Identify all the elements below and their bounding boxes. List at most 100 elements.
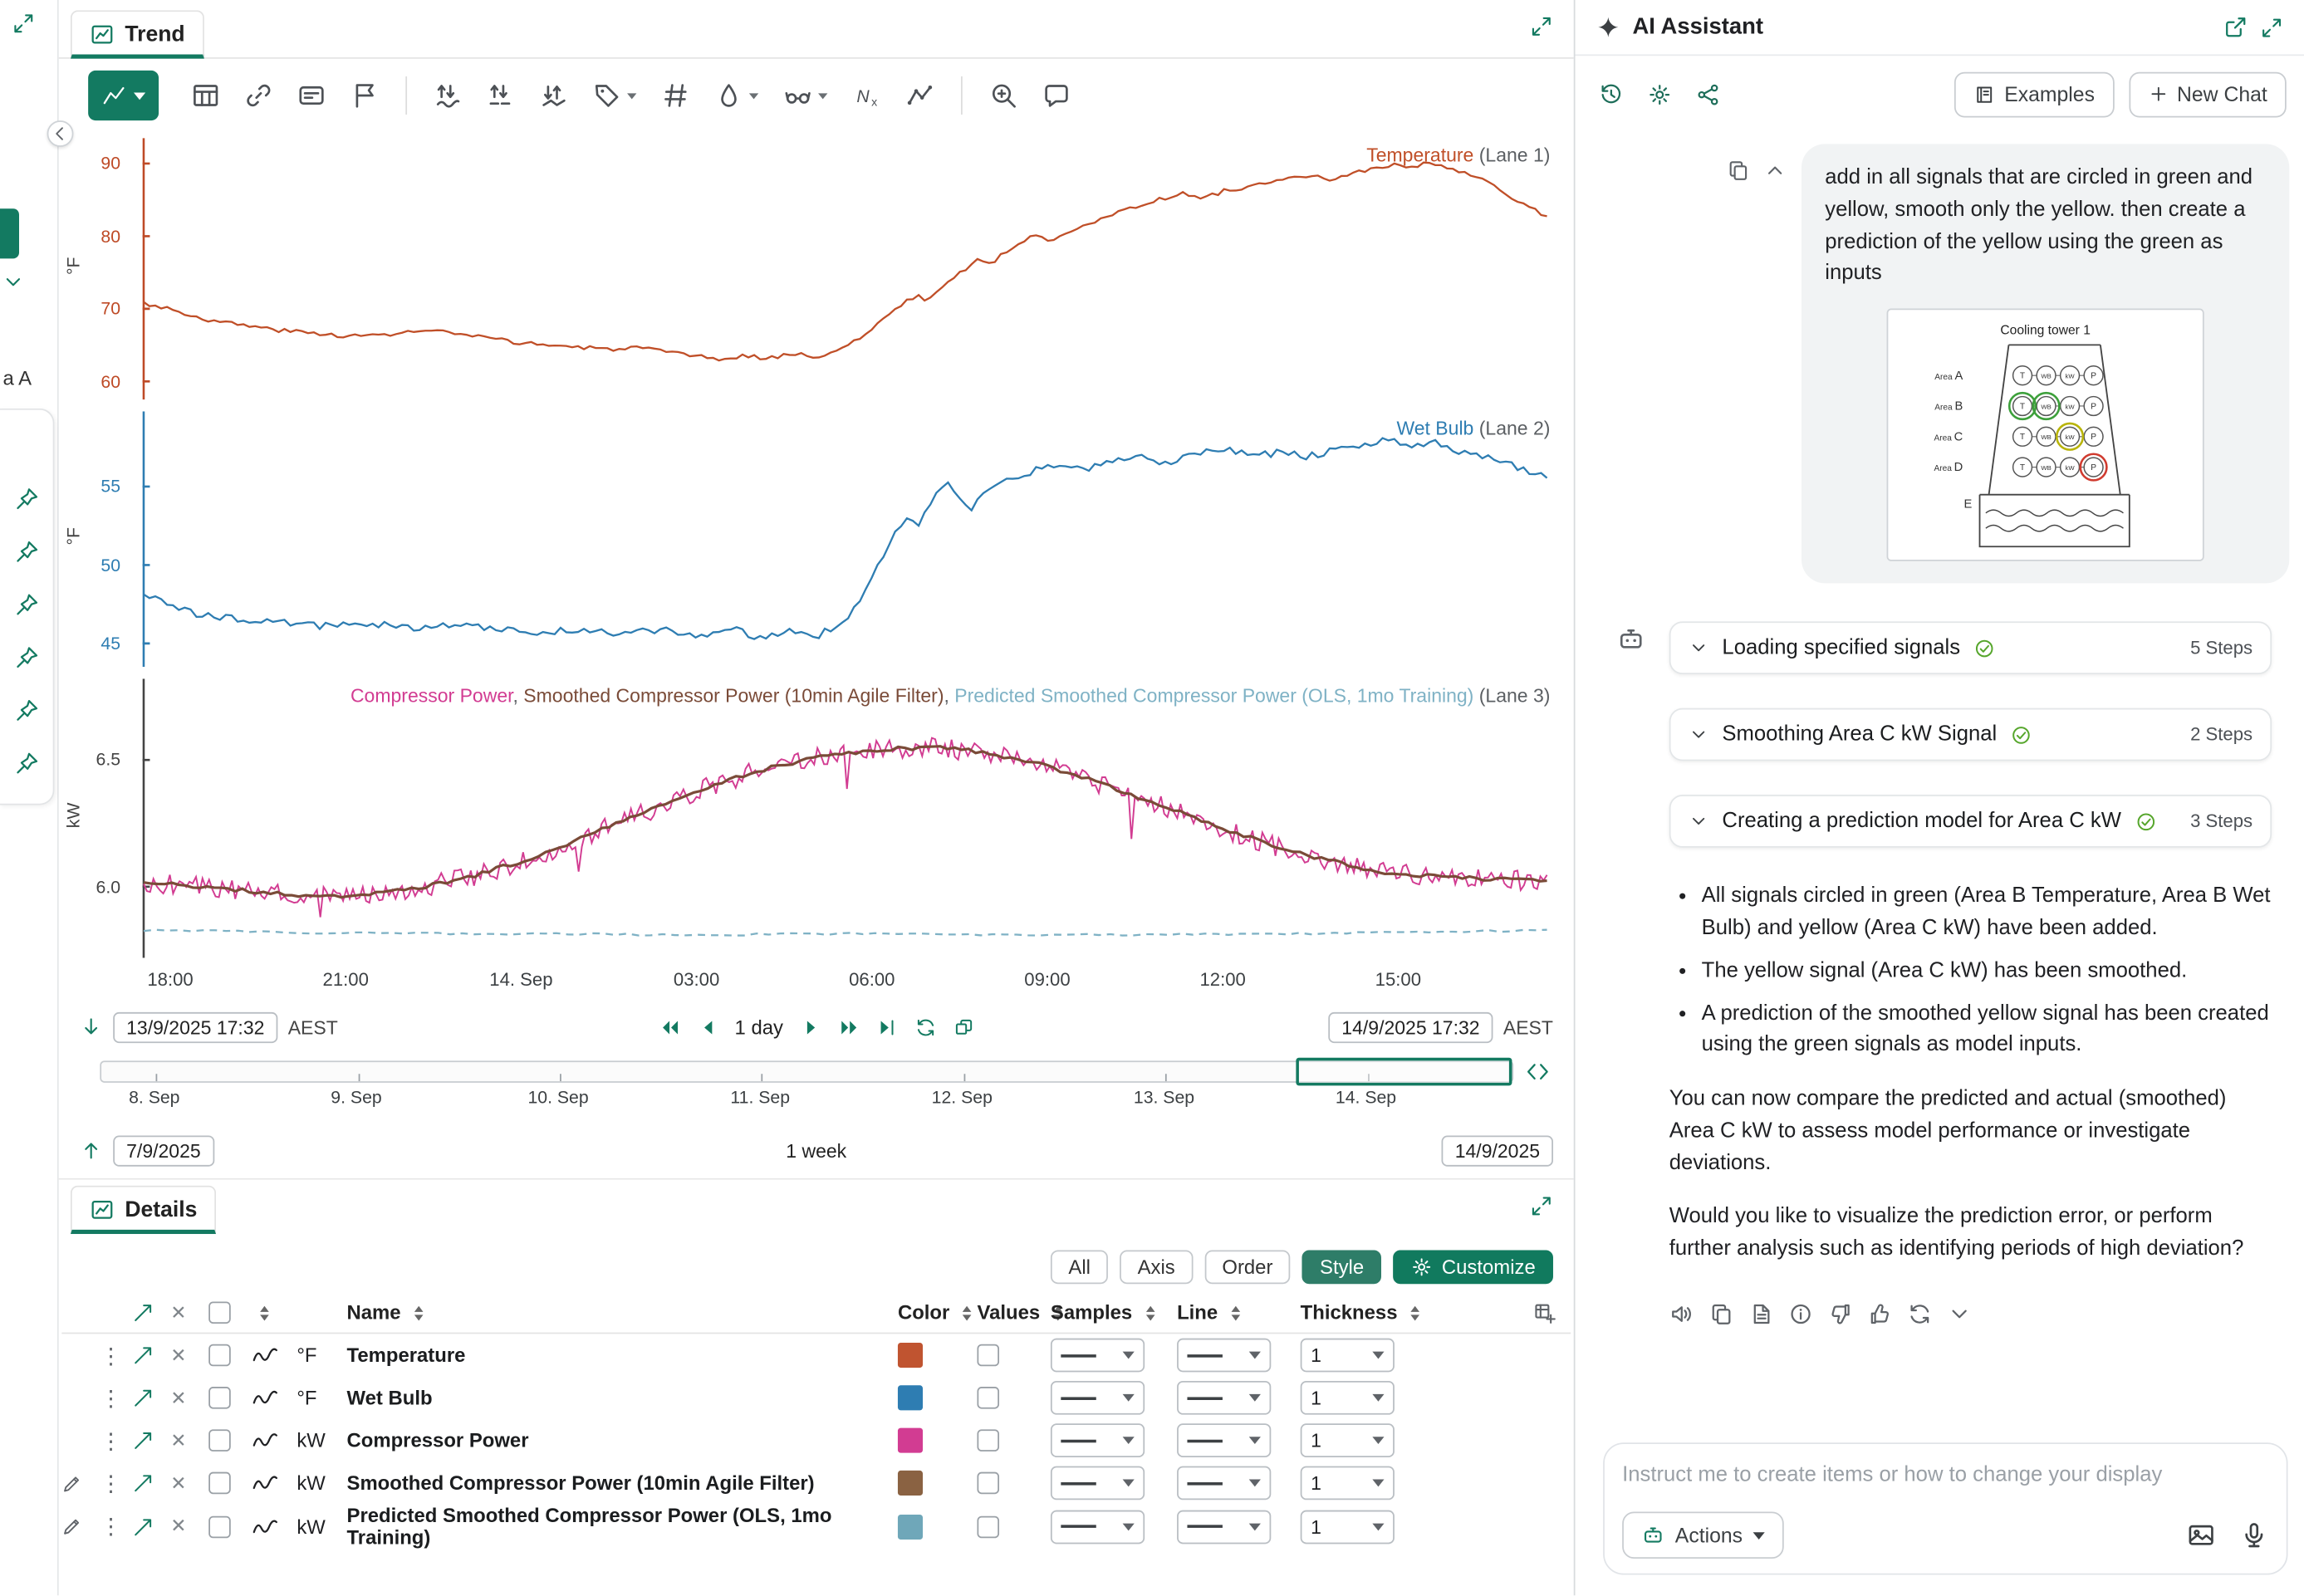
step-forward-fast-icon[interactable] <box>837 1016 860 1038</box>
signal-select-button[interactable] <box>88 71 159 120</box>
filter-order-button[interactable]: Order <box>1204 1251 1291 1285</box>
range-end-input[interactable]: 14/9/2025 17:32 <box>1328 1011 1493 1042</box>
range-start-input[interactable]: 13/9/2025 17:32 <box>113 1011 277 1042</box>
item-navigate-icon[interactable] <box>132 1301 154 1324</box>
tab-details[interactable]: Details <box>71 1186 217 1234</box>
insert-image-icon[interactable] <box>2186 1520 2215 1549</box>
item-menu-icon[interactable]: ⋮ <box>100 1470 122 1496</box>
thickness-select[interactable]: 1 <box>1301 1466 1395 1501</box>
pinned-color-block[interactable] <box>0 208 19 258</box>
number-format-button[interactable]: Nx <box>843 73 890 117</box>
line-style-select[interactable] <box>1177 1466 1271 1501</box>
examples-button[interactable]: Examples <box>1954 71 2114 117</box>
read-aloud-icon[interactable] <box>1669 1301 1694 1326</box>
item-navigate-icon[interactable] <box>132 1429 154 1452</box>
select-checkbox[interactable] <box>208 1344 231 1367</box>
edit-icon[interactable] <box>61 1516 82 1537</box>
values-checkbox[interactable] <box>977 1387 999 1409</box>
line-style-select[interactable] <box>1177 1423 1271 1457</box>
select-checkbox[interactable] <box>208 1472 231 1495</box>
color-mode-button[interactable] <box>705 73 768 117</box>
lane-plot[interactable] <box>143 411 1549 667</box>
step-card[interactable]: Creating a prediction model for Area C k… <box>1669 796 2272 849</box>
full-range-icon[interactable] <box>1525 1060 1550 1084</box>
expand-left-panel-icon[interactable] <box>12 12 35 35</box>
step-to-now-icon[interactable] <box>875 1016 898 1038</box>
zoom-button[interactable] <box>980 73 1027 117</box>
expand-assistant-icon[interactable] <box>2260 16 2283 39</box>
item-navigate-icon[interactable] <box>132 1387 154 1409</box>
item-name[interactable]: Predicted Smoothed Compressor Power (OLS… <box>347 1505 898 1549</box>
column-header-name[interactable]: Name <box>347 1301 401 1324</box>
gear-icon[interactable] <box>1647 81 1672 106</box>
trend-lane-2[interactable]: °F555045Wet Bulb (Lane 2) <box>143 411 1574 667</box>
pinned-item-icon[interactable] <box>14 487 39 512</box>
step-back-fast-icon[interactable] <box>659 1016 681 1038</box>
overview-track[interactable] <box>100 1060 1513 1083</box>
remove-item-icon[interactable]: ✕ <box>170 1428 186 1452</box>
column-header-color[interactable]: Color <box>898 1301 949 1324</box>
info-icon[interactable] <box>1788 1301 1813 1326</box>
select-checkbox[interactable] <box>208 1515 231 1538</box>
attached-image[interactable]: Cooling tower 1TWBkWPArea ATWBkWPArea BT… <box>1887 309 2204 562</box>
gridlines-button[interactable] <box>652 73 699 117</box>
add-column-icon[interactable] <box>1532 1301 1556 1324</box>
detail-row[interactable]: ⋮✕°FTemperature1 <box>61 1334 1571 1376</box>
values-checkbox[interactable] <box>977 1429 999 1452</box>
expand-step-icon[interactable] <box>1689 811 1709 832</box>
new-chat-button[interactable]: New Chat <box>2129 71 2287 117</box>
range-start-arrow-icon[interactable] <box>80 1015 103 1038</box>
thickness-select[interactable]: 1 <box>1301 1510 1395 1544</box>
remove-item-icon[interactable]: ✕ <box>170 1386 186 1409</box>
capsule-view-button[interactable] <box>288 73 336 117</box>
column-header-samples[interactable]: Samples <box>1051 1301 1132 1324</box>
sort-icon[interactable] <box>414 1305 424 1320</box>
trend-lane-1[interactable]: °F90807060Temperature (Lane 1) <box>143 138 1574 399</box>
refresh-range-icon[interactable] <box>914 1016 936 1038</box>
actions-button[interactable]: Actions <box>1622 1511 1783 1559</box>
lane-plot[interactable] <box>143 678 1549 957</box>
overview-selection[interactable] <box>1296 1058 1512 1086</box>
color-swatch[interactable] <box>898 1385 923 1410</box>
line-style-select[interactable] <box>1177 1381 1271 1415</box>
samples-style-select[interactable] <box>1051 1423 1145 1457</box>
collapse-panel-button[interactable] <box>47 120 74 147</box>
filter-all-button[interactable]: All <box>1051 1251 1108 1285</box>
step-card[interactable]: Loading specified signals5 Steps <box>1669 622 2272 675</box>
detail-row[interactable]: ⋮✕kWPredicted Smoothed Compressor Power … <box>61 1505 1571 1547</box>
select-checkbox[interactable] <box>208 1387 231 1409</box>
labels-button[interactable] <box>583 73 646 117</box>
item-name[interactable]: Temperature <box>347 1344 466 1367</box>
line-style-select[interactable] <box>1177 1339 1271 1373</box>
pinned-item-icon[interactable] <box>14 592 39 617</box>
item-navigate-icon[interactable] <box>132 1472 154 1495</box>
item-name[interactable]: Compressor Power <box>347 1429 529 1452</box>
signal-dimension-button[interactable] <box>478 73 525 117</box>
thickness-select[interactable]: 1 <box>1301 1381 1395 1415</box>
color-swatch[interactable] <box>898 1514 923 1539</box>
select-all-checkbox[interactable] <box>208 1301 231 1324</box>
item-name[interactable]: Smoothed Compressor Power (10min Agile F… <box>347 1472 815 1495</box>
sort-icon[interactable] <box>260 1305 269 1320</box>
thickness-select[interactable]: 1 <box>1301 1339 1395 1373</box>
step-back-icon[interactable] <box>697 1016 719 1038</box>
display-options-button[interactable] <box>774 73 837 117</box>
signal-pan-button[interactable] <box>424 73 472 117</box>
sort-icon[interactable] <box>963 1305 972 1320</box>
edit-icon[interactable] <box>61 1473 82 1494</box>
column-header-values[interactable]: Values <box>977 1301 1040 1324</box>
values-checkbox[interactable] <box>977 1472 999 1495</box>
color-swatch[interactable] <box>898 1428 923 1453</box>
remove-item-icon[interactable]: ✕ <box>170 1471 186 1495</box>
detail-row[interactable]: ⋮✕kWSmoothed Compressor Power (10min Agi… <box>61 1461 1571 1504</box>
item-name[interactable]: Wet Bulb <box>347 1387 433 1409</box>
color-swatch[interactable] <box>898 1471 923 1496</box>
line-style-select[interactable] <box>1177 1510 1271 1544</box>
remove-item-icon[interactable]: ✕ <box>170 1515 186 1538</box>
more-options-icon[interactable] <box>1947 1301 1972 1326</box>
microphone-icon[interactable] <box>2239 1520 2268 1549</box>
overview-start-input[interactable]: 7/9/2025 <box>113 1135 213 1166</box>
style-button[interactable]: Style <box>1302 1251 1382 1285</box>
samples-style-select[interactable] <box>1051 1510 1145 1544</box>
copy-message-icon[interactable] <box>1727 159 1750 182</box>
